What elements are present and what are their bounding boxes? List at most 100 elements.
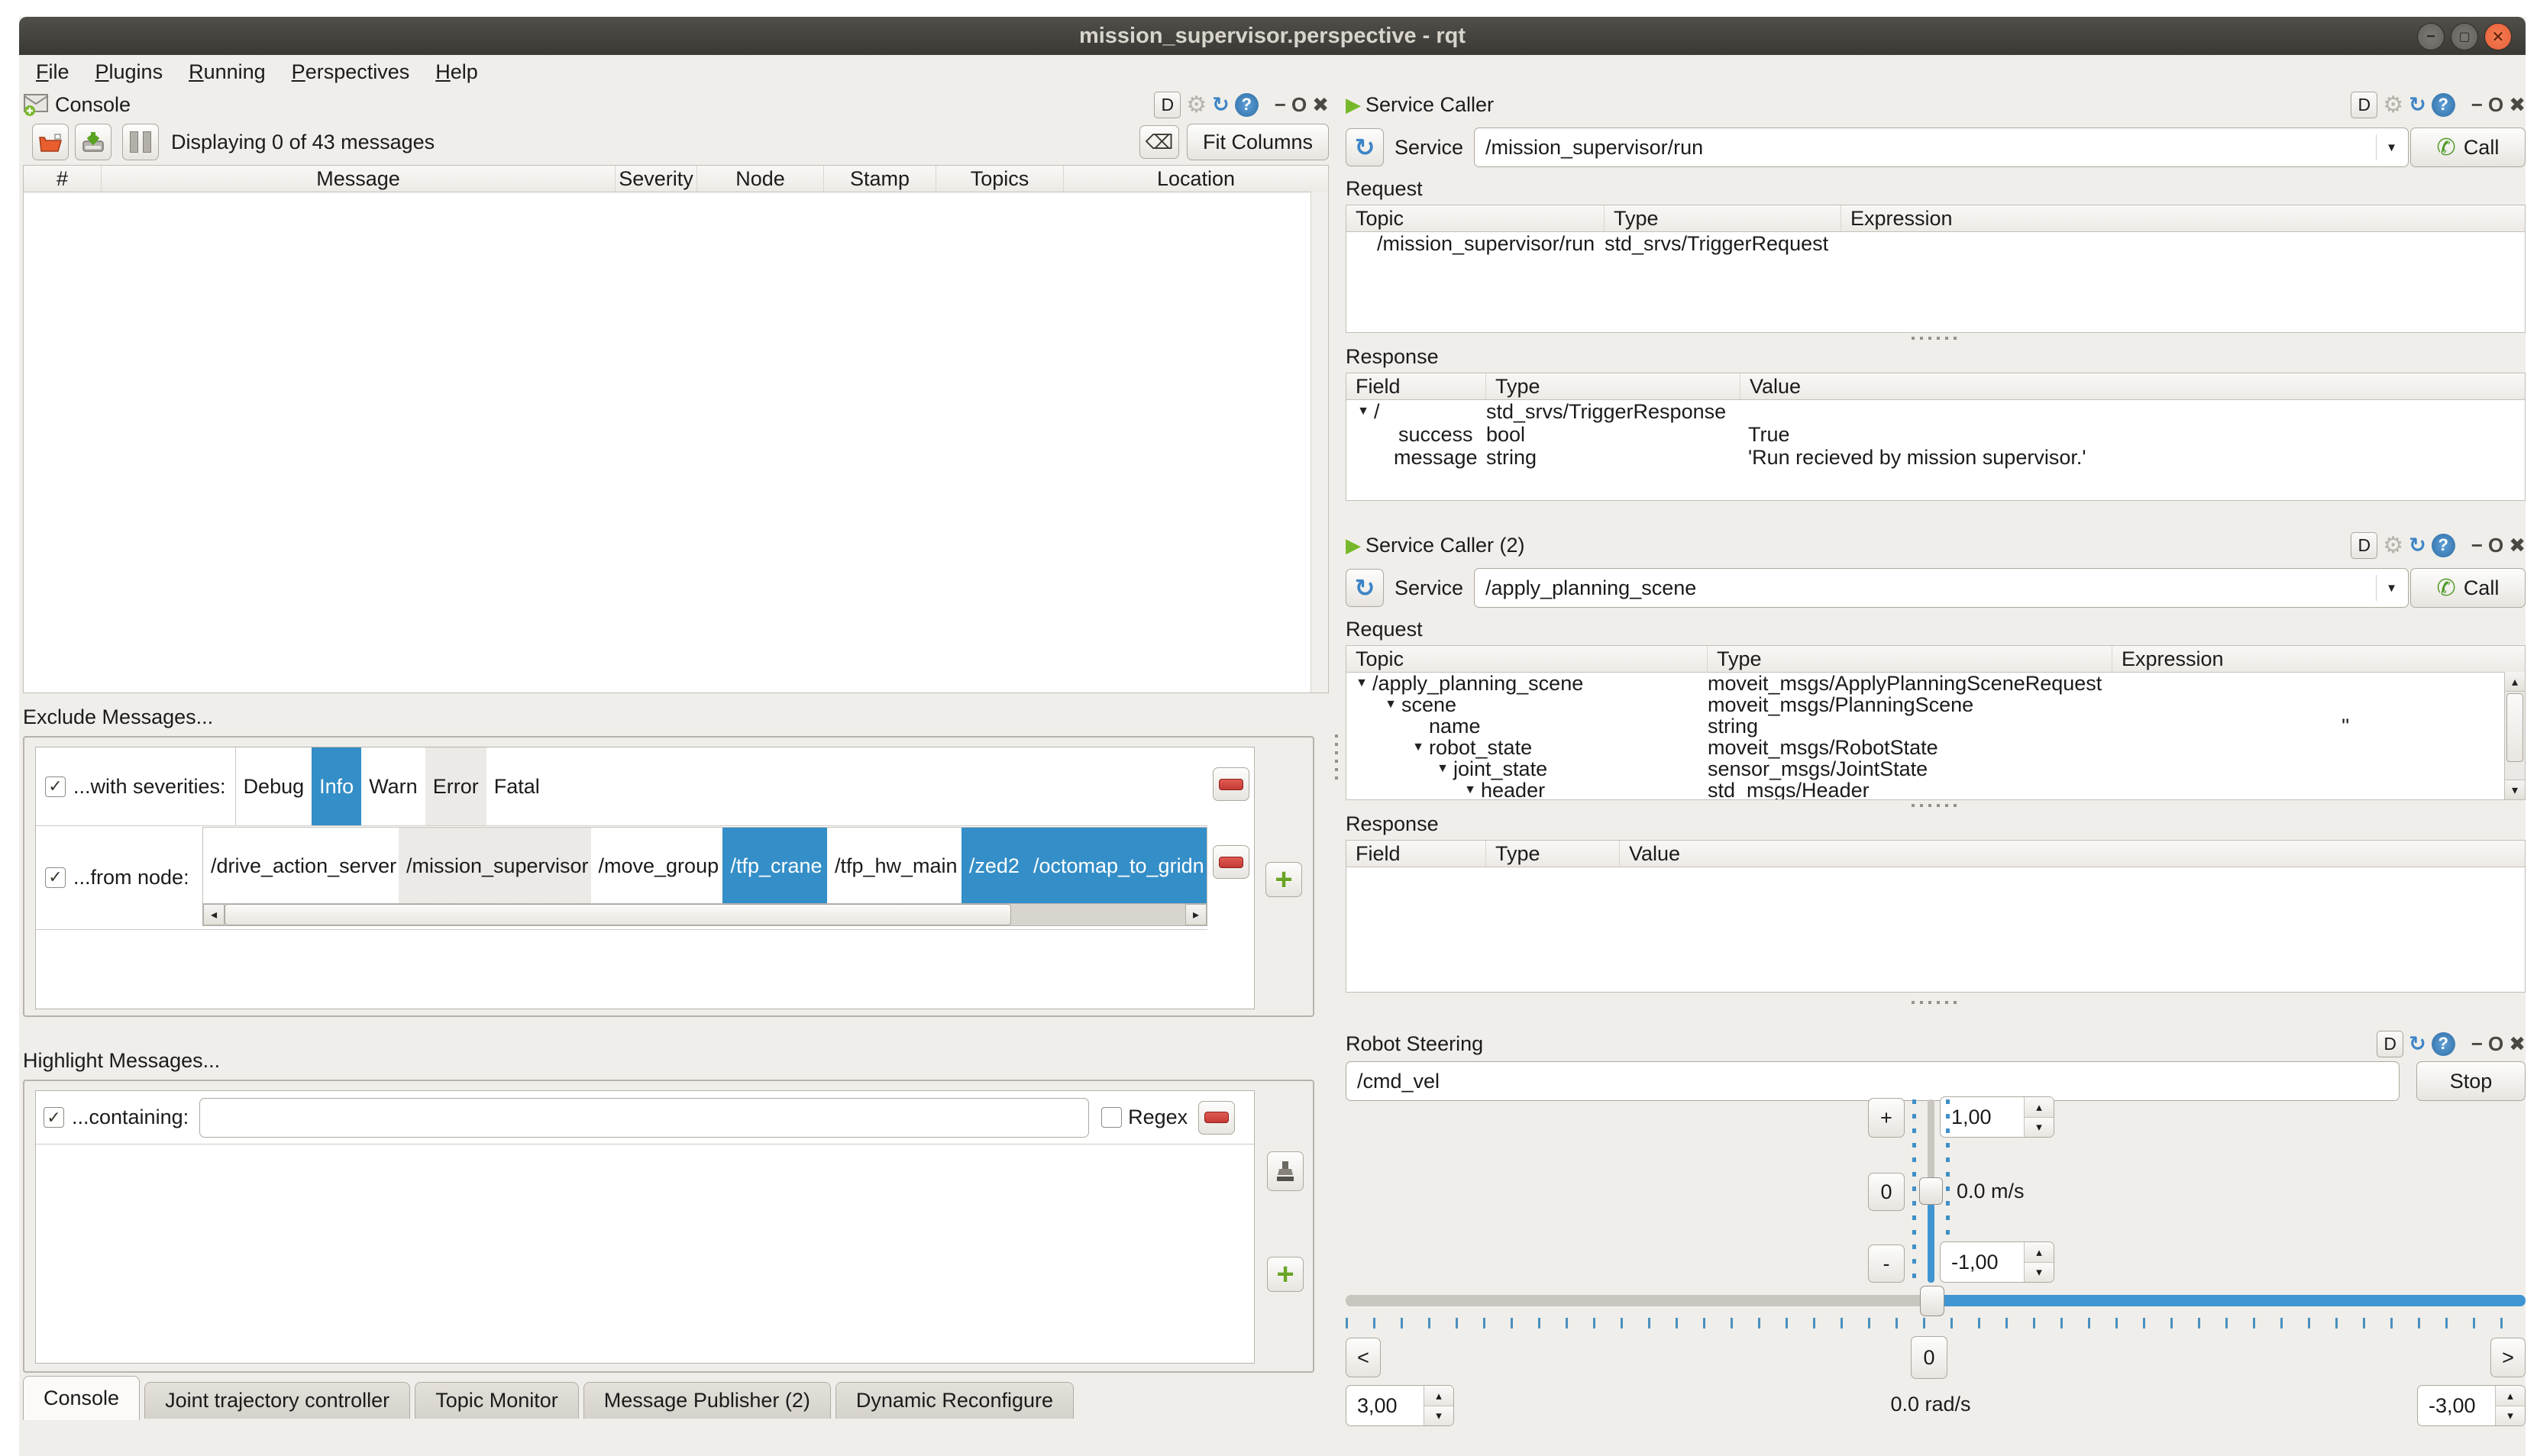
dock-close-icon[interactable]: ✖ — [2509, 93, 2526, 117]
request-expression[interactable]: '' — [2112, 715, 2525, 738]
dock-close-icon[interactable]: ✖ — [2509, 1032, 2526, 1056]
node-list-scrollbar[interactable]: ◂ ▸ — [202, 903, 1207, 926]
containing-filter-input[interactable] — [199, 1098, 1089, 1138]
dock-float-icon[interactable]: O — [2488, 1032, 2503, 1056]
node-item[interactable]: /mission_supervisor — [399, 828, 591, 904]
col-stamp[interactable]: Stamp — [824, 166, 936, 192]
expander-icon[interactable]: ▼ — [1351, 676, 1372, 690]
col-location[interactable]: Location — [1064, 166, 1328, 192]
dock-close-icon[interactable]: ✖ — [1312, 93, 1329, 117]
dock-minimize-icon[interactable]: − — [2471, 93, 2483, 117]
sc2-response-table[interactable]: Field Type Value — [1346, 840, 2526, 993]
dock-float-icon[interactable]: O — [2488, 93, 2503, 117]
table-vertical-scrollbar[interactable] — [1311, 192, 1328, 692]
menu-help[interactable]: Help — [435, 60, 493, 84]
regex-checkbox[interactable] — [1101, 1107, 1122, 1128]
menu-perspectives[interactable]: Perspectives — [292, 60, 425, 84]
col-message[interactable]: Message — [102, 166, 616, 192]
section-splitter[interactable] — [1346, 803, 2526, 808]
expander-icon[interactable]: ▼ — [1353, 405, 1374, 418]
request-row[interactable]: /mission_supervisor/run std_srvs/Trigger… — [1346, 232, 2525, 255]
menu-running[interactable]: Running — [189, 60, 281, 84]
node-item[interactable]: /drive_action_server — [203, 828, 399, 904]
remove-highlight-filter-button[interactable] — [1198, 1101, 1235, 1135]
add-highlight-filter-button[interactable]: + — [1267, 1257, 1304, 1292]
expander-icon[interactable]: ▼ — [1380, 698, 1401, 712]
remove-severity-filter-button[interactable] — [1213, 767, 1249, 801]
expander-icon[interactable]: ▼ — [1407, 741, 1429, 754]
scrollbar-thumb[interactable] — [225, 904, 1011, 925]
col-topics[interactable]: Topics — [936, 166, 1064, 192]
console-dock-button[interactable]: D — [1154, 92, 1181, 118]
panel-splitter-handle[interactable] — [1335, 734, 1338, 783]
clear-messages-button[interactable]: ⌫ — [1139, 125, 1179, 159]
scrollbar-thumb[interactable] — [2506, 693, 2523, 762]
angular-min-spinbox[interactable]: -3,00 ▴▾ — [2417, 1385, 2526, 1426]
highlight-mode-button[interactable] — [1267, 1151, 1304, 1191]
help-icon[interactable]: ? — [2432, 534, 2455, 557]
col-topic[interactable]: Topic — [1346, 205, 1605, 231]
sc1-response-table[interactable]: Field Type Value ▼/ std_srvs/TriggerResp… — [1346, 373, 2526, 501]
col-expression[interactable]: Expression — [2112, 646, 2525, 672]
linear-slider-handle[interactable] — [1919, 1177, 1943, 1205]
dock-button[interactable]: D — [2377, 1031, 2403, 1057]
service-combobox[interactable]: /mission_supervisor/run ▼ — [1474, 128, 2409, 167]
tab-message-publisher[interactable]: Message Publisher (2) — [583, 1382, 831, 1419]
linear-slider-track-upper[interactable] — [1928, 1099, 1934, 1190]
col-type[interactable]: Type — [1486, 373, 1740, 399]
col-field[interactable]: Field — [1346, 373, 1486, 399]
node-item[interactable]: /zed2 — [961, 828, 1026, 904]
response-row[interactable]: success bool True — [1346, 423, 2525, 446]
dock-button[interactable]: D — [2351, 532, 2377, 559]
spin-up-icon[interactable]: ▴ — [2025, 1097, 2054, 1118]
angular-slider-handle[interactable] — [1920, 1286, 1944, 1316]
tab-console[interactable]: Console — [23, 1376, 140, 1420]
settings-gear-icon[interactable]: ⚙ — [2383, 532, 2403, 559]
linear-slider-track-lower[interactable] — [1928, 1203, 1934, 1283]
col-node[interactable]: Node — [697, 166, 824, 192]
request-tree-scrollbar[interactable]: ▴ ▾ — [2504, 672, 2525, 799]
pause-button[interactable] — [122, 124, 159, 160]
tab-dynamic-reconfigure[interactable]: Dynamic Reconfigure — [835, 1382, 1074, 1419]
angular-slider-track-left[interactable] — [1346, 1295, 1925, 1306]
menu-file[interactable]: File — [36, 60, 85, 84]
node-item[interactable]: /move_group — [591, 828, 723, 904]
console-message-table[interactable]: # Message Severity Node Stamp Topics Loc… — [23, 165, 1329, 693]
col-severity[interactable]: Severity — [616, 166, 697, 192]
scroll-up-button[interactable]: ▴ — [2505, 672, 2525, 692]
reload-icon[interactable]: ↻ — [2409, 1032, 2426, 1056]
request-tree-row[interactable]: ▼joint_state sensor_msgs/JointState — [1346, 758, 2525, 780]
dock-float-icon[interactable]: O — [1291, 93, 1307, 117]
stop-button[interactable]: Stop — [2416, 1061, 2526, 1101]
containing-filter-checkbox[interactable]: ✓ — [44, 1107, 64, 1128]
col-value[interactable]: Value — [1740, 373, 2525, 399]
linear-decrease-button[interactable]: - — [1868, 1245, 1905, 1283]
node-filter-checkbox[interactable]: ✓ — [45, 867, 66, 888]
dock-close-icon[interactable]: ✖ — [2509, 534, 2526, 557]
request-tree-row[interactable]: name string '' — [1346, 715, 2525, 737]
reload-icon[interactable]: ↻ — [2409, 93, 2426, 117]
col-field[interactable]: Field — [1346, 841, 1486, 867]
call-service-button[interactable]: ✆ Call — [2410, 128, 2526, 167]
expander-icon[interactable]: ▼ — [1459, 783, 1481, 797]
help-icon[interactable]: ? — [1235, 93, 1259, 117]
help-icon[interactable]: ? — [2432, 93, 2455, 117]
service-combobox[interactable]: /apply_planning_scene ▼ — [1474, 568, 2409, 608]
angular-left-button[interactable]: < — [1346, 1338, 1381, 1377]
col-type[interactable]: Type — [1708, 646, 2112, 672]
response-row[interactable]: message string 'Run recieved by mission … — [1346, 446, 2525, 469]
expander-icon[interactable]: ▼ — [1432, 762, 1453, 776]
window-maximize-button[interactable]: ▢ — [2451, 23, 2478, 50]
dock-minimize-icon[interactable]: − — [1275, 93, 1286, 117]
spin-down-icon[interactable]: ▾ — [2025, 1263, 2054, 1283]
scroll-down-button[interactable]: ▾ — [2505, 780, 2525, 799]
section-splitter[interactable] — [1346, 1000, 2526, 1005]
tab-topic-monitor[interactable]: Topic Monitor — [415, 1382, 579, 1419]
severity-item-debug[interactable]: Debug — [236, 747, 312, 825]
linear-max-spinbox[interactable]: 1,00 ▴▾ — [1940, 1096, 2054, 1138]
node-item[interactable]: /tfp_hw_main — [827, 828, 961, 904]
col-type[interactable]: Type — [1486, 841, 1620, 867]
severity-item-info[interactable]: Info — [312, 747, 361, 825]
load-messages-button[interactable] — [32, 124, 69, 160]
request-tree-row[interactable]: ▼/apply_planning_scene moveit_msgs/Apply… — [1346, 673, 2525, 694]
